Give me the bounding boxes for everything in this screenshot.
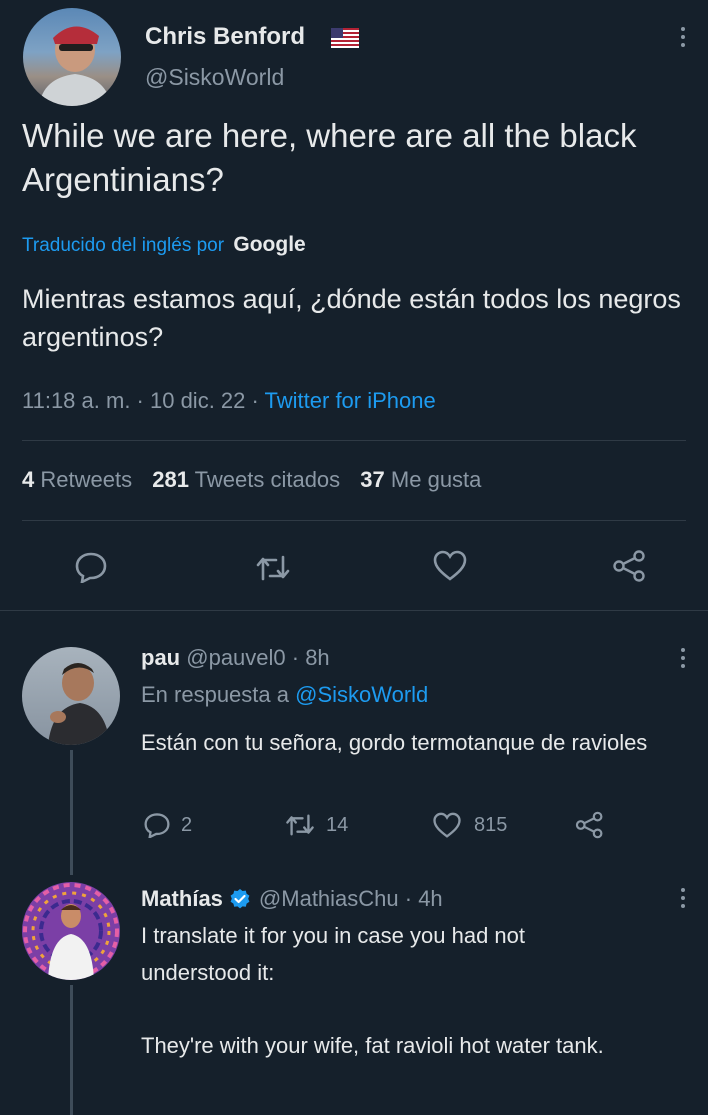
- retweets-count: 4: [22, 467, 35, 492]
- quotes-label: Tweets citados: [194, 467, 341, 492]
- section-divider: [0, 610, 708, 611]
- reply-author-handle[interactable]: @MathiasChu · 4h: [259, 886, 443, 912]
- author-name[interactable]: Chris Benford: [145, 23, 305, 51]
- more-options-icon[interactable]: [680, 27, 686, 47]
- reply-icon[interactable]: [74, 551, 108, 583]
- divider: [22, 440, 686, 441]
- replying-to: En respuesta a @SiskoWorld: [141, 682, 428, 708]
- likes-stat[interactable]: 37 Me gusta: [360, 467, 481, 492]
- retweet-icon: [284, 812, 316, 838]
- retweet-icon[interactable]: [254, 553, 292, 583]
- google-logo: Google: [233, 233, 306, 256]
- reply-header: Mathías @MathiasChu · 4h: [141, 886, 443, 912]
- reply-action-reply[interactable]: 2: [143, 812, 192, 838]
- retweets-label: Retweets: [40, 467, 133, 492]
- thread-line: [70, 750, 73, 875]
- author-handle[interactable]: @SiskoWorld: [145, 64, 284, 91]
- reply-icon: [143, 812, 171, 838]
- translated-text: Mientras estamos aquí, ¿dónde están todo…: [22, 284, 681, 352]
- author-avatar[interactable]: [23, 8, 121, 106]
- share-icon[interactable]: [611, 549, 649, 583]
- divider: [22, 520, 686, 521]
- verified-badge-icon: [229, 888, 251, 910]
- like-icon: [432, 812, 462, 839]
- reply-action-like[interactable]: 815: [432, 812, 507, 839]
- reply-author-name[interactable]: Mathías: [141, 886, 223, 912]
- like-count: 815: [474, 814, 508, 836]
- reply-text: Están con tu señora, gordo termotanque d…: [141, 730, 648, 755]
- likes-label: Me gusta: [390, 467, 482, 492]
- reply-header: pau @pauvel0 · 8h: [141, 645, 330, 671]
- reply-text-second-paragraph: They're with your wife, fat ravioli hot …: [141, 1033, 604, 1058]
- tweet-source-link[interactable]: Twitter for iPhone: [265, 388, 436, 413]
- reply-avatar-pau[interactable]: [22, 647, 120, 745]
- tweet-text: While we are here, where are all the bla…: [22, 117, 637, 198]
- quotes-stat[interactable]: 281 Tweets citados: [152, 467, 346, 492]
- share-icon[interactable]: [574, 810, 606, 840]
- reply-avatar-mathias[interactable]: [22, 882, 120, 980]
- quotes-count: 281: [152, 467, 189, 492]
- translation-prefix: Traducido del inglés por: [22, 235, 225, 256]
- more-options-icon[interactable]: [680, 888, 686, 908]
- timestamp-text: 11:18 a. m. · 10 dic. 22 ·: [22, 388, 265, 413]
- more-options-icon[interactable]: [680, 648, 686, 668]
- translation-attribution[interactable]: Traducido del inglés por Google: [22, 233, 306, 257]
- retweets-stat[interactable]: 4 Retweets: [22, 467, 138, 492]
- reply-count: 2: [181, 813, 193, 836]
- thread-line: [70, 985, 73, 1115]
- replying-to-prefix: En respuesta a: [141, 682, 289, 707]
- reply-text: I translate it for you in case you had n…: [141, 923, 526, 985]
- tweet-timestamp: 11:18 a. m. · 10 dic. 22 · Twitter for i…: [22, 388, 436, 414]
- tweet-stats: 4 Retweets 281 Tweets citados 37 Me gust…: [22, 467, 481, 493]
- flag-us-icon: [331, 28, 359, 48]
- reply-author-name[interactable]: pau: [141, 645, 180, 670]
- retweet-count: 14: [326, 813, 349, 836]
- replying-to-handle[interactable]: @SiskoWorld: [295, 682, 428, 707]
- reply-author-handle[interactable]: @pauvel0 · 8h: [186, 645, 329, 670]
- like-icon[interactable]: [432, 550, 468, 582]
- reply-action-retweet[interactable]: 14: [284, 812, 348, 838]
- likes-count: 37: [360, 467, 385, 492]
